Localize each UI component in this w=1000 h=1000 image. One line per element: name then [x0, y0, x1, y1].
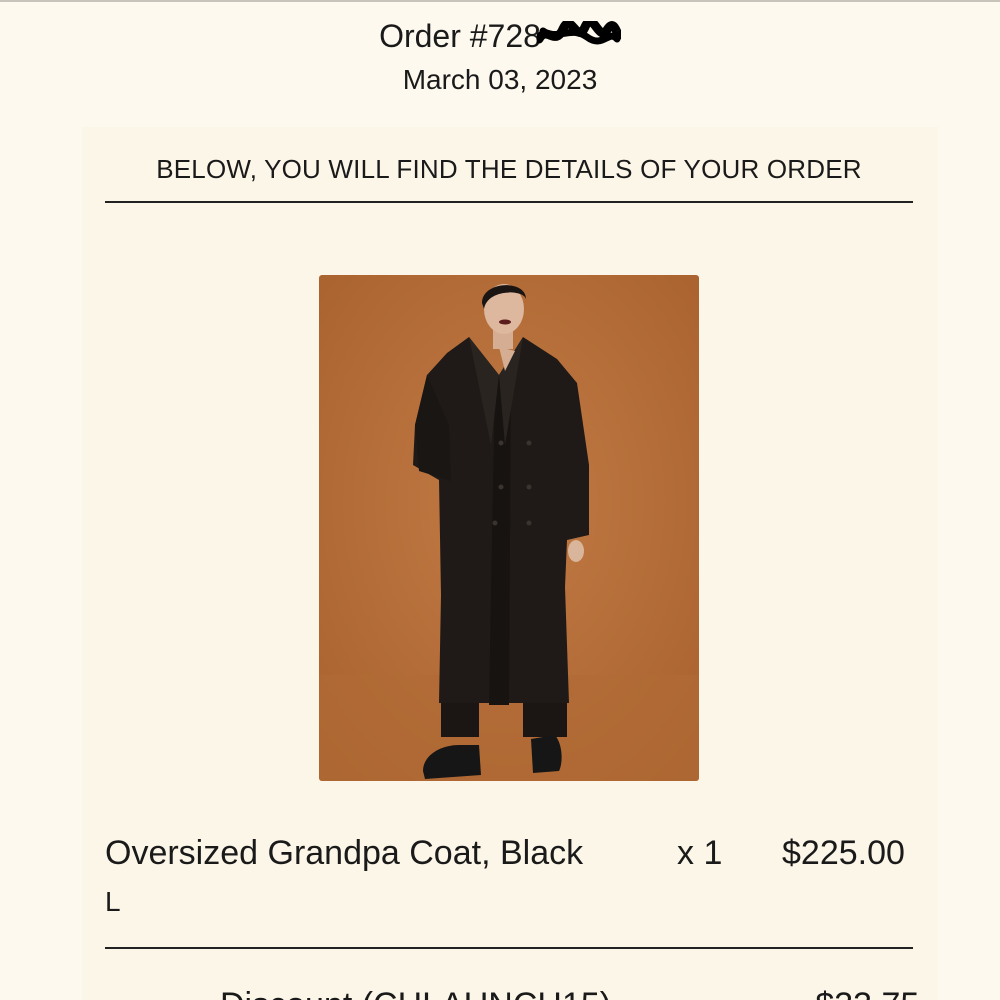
order-confirmation-page: Order #728 March 03, 2023 BELOW, YOU WIL…: [0, 0, 1000, 1000]
heading-divider: [105, 201, 913, 203]
product-image[interactable]: [319, 275, 699, 781]
line-item-variant: L: [105, 886, 121, 917]
line-item-name[interactable]: Oversized Grandpa Coat, Black: [105, 833, 583, 873]
order-date: March 03, 2023: [402, 64, 598, 95]
order-number-heading: Order #728: [0, 16, 1000, 56]
redaction-scribble: [536, 21, 621, 49]
line-item-price: $225.00: [782, 834, 905, 872]
discount-amount: -$33.75: [804, 985, 919, 1000]
line-item-quantity: x 1: [677, 834, 723, 872]
product-photo: [319, 275, 699, 781]
details-heading: BELOW, YOU WILL FIND THE DETAILS OF YOUR…: [156, 154, 862, 184]
order-number-text: Order #728: [379, 18, 541, 54]
top-divider: [0, 0, 1000, 2]
order-details-card: BELOW, YOU WILL FIND THE DETAILS OF YOUR…: [82, 127, 938, 1000]
discount-label: Discount (CHLAUNCH15): [220, 985, 611, 1000]
item-divider: [105, 947, 913, 949]
